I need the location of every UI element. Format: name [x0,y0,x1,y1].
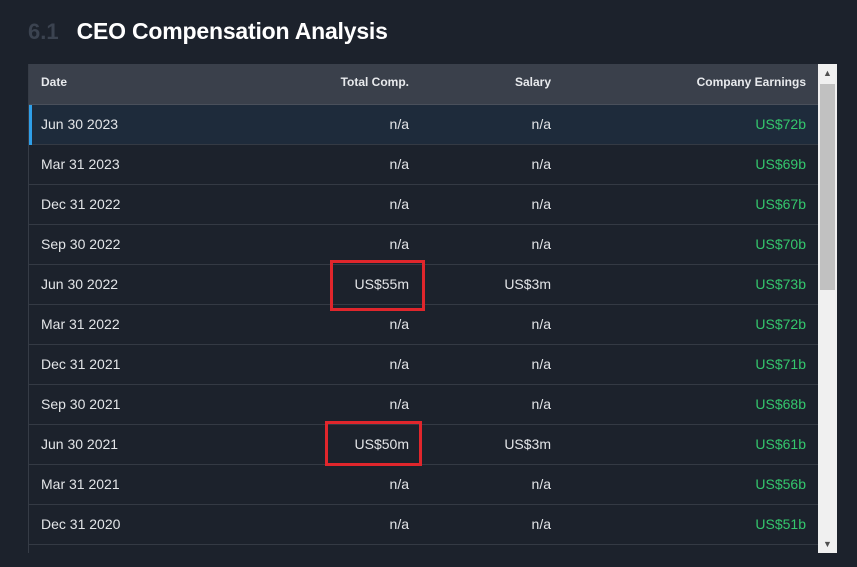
cell-salary: n/a [531,516,551,532]
cell-earnings: US$72b [755,116,806,132]
cell-salary: US$3m [504,436,551,452]
cell-earnings: US$51b [755,516,806,532]
cell-total: n/a [389,356,409,372]
column-header-total-comp[interactable]: Total Comp. [341,64,409,105]
cell-total: n/a [389,396,409,412]
section-number: 6.1 [28,19,59,44]
cell-earnings: US$71b [755,356,806,372]
scrollbar-thumb[interactable] [820,84,835,290]
cell-total: n/a [389,476,409,492]
table-row[interactable]: Mar 31 2022 n/a n/a US$72b [29,305,818,345]
table-row[interactable] [29,545,818,553]
cell-date: Sep 30 2021 [41,396,121,412]
column-header-date[interactable]: Date [41,64,67,105]
cell-salary: n/a [531,356,551,372]
cell-total: n/a [389,236,409,252]
cell-salary: n/a [531,116,551,132]
cell-total: n/a [389,196,409,212]
cell-earnings: US$70b [755,236,806,252]
table-row[interactable]: Dec 31 2020 n/a n/a US$51b [29,505,818,545]
section-title: CEO Compensation Analysis [76,18,388,44]
column-header-salary[interactable]: Salary [515,64,551,105]
table-body: Jun 30 2023 n/a n/a US$72b Mar 31 2023 n/a n/a… [29,105,818,553]
cell-total: n/a [389,156,409,172]
vertical-scrollbar[interactable]: ▲ ▼ [818,64,837,553]
cell-date: Jun 30 2021 [41,436,119,452]
cell-date: Mar 31 2023 [41,156,120,172]
table-row[interactable]: Sep 30 2021 n/a n/a US$68b [29,385,818,425]
table-row[interactable]: Mar 31 2023 n/a n/a US$69b [29,145,818,185]
table-row[interactable]: Jun 30 2021 US$50m US$3m US$61b [29,425,818,465]
cell-salary: n/a [531,316,551,332]
cell-date: Jun 30 2022 [41,276,119,292]
cell-date: Dec 31 2021 [41,356,121,372]
highlight-box-jun-2022 [330,260,425,311]
cell-date: Mar 31 2022 [41,316,120,332]
cell-earnings: US$68b [755,396,806,412]
cell-total: n/a [389,516,409,532]
cell-date: Mar 31 2021 [41,476,120,492]
table-row[interactable]: Dec 31 2022 n/a n/a US$67b [29,185,818,225]
cell-earnings: US$73b [755,276,806,292]
cell-earnings: US$56b [755,476,806,492]
cell-salary: n/a [531,396,551,412]
cell-salary: US$3m [504,276,551,292]
scroll-up-icon[interactable]: ▲ [818,64,837,82]
section-header: 6.1 CEO Compensation Analysis [28,18,388,48]
cell-salary: n/a [531,156,551,172]
cell-salary: n/a [531,476,551,492]
cell-date: Dec 31 2022 [41,196,121,212]
cell-total: n/a [389,116,409,132]
cell-date: Sep 30 2022 [41,236,121,252]
cell-earnings: US$67b [755,196,806,212]
cell-date: Jun 30 2023 [41,116,119,132]
table-row[interactable]: Sep 30 2022 n/a n/a US$70b [29,225,818,265]
highlight-box-jun-2021 [325,421,422,466]
cell-salary: n/a [531,236,551,252]
cell-salary: n/a [531,196,551,212]
table-row[interactable]: Jun 30 2023 n/a n/a US$72b [29,105,818,145]
column-header-company-earnings[interactable]: Company Earnings [697,64,806,105]
cell-date: Dec 31 2020 [41,516,121,532]
cell-earnings: US$61b [755,436,806,452]
scroll-down-icon[interactable]: ▼ [818,535,837,553]
table-header: Date Total Comp. Salary Company Earnings [29,64,818,105]
cell-earnings: US$69b [755,156,806,172]
table-row[interactable]: Mar 31 2021 n/a n/a US$56b [29,465,818,505]
table-row[interactable]: Dec 31 2021 n/a n/a US$71b [29,345,818,385]
cell-earnings: US$72b [755,316,806,332]
